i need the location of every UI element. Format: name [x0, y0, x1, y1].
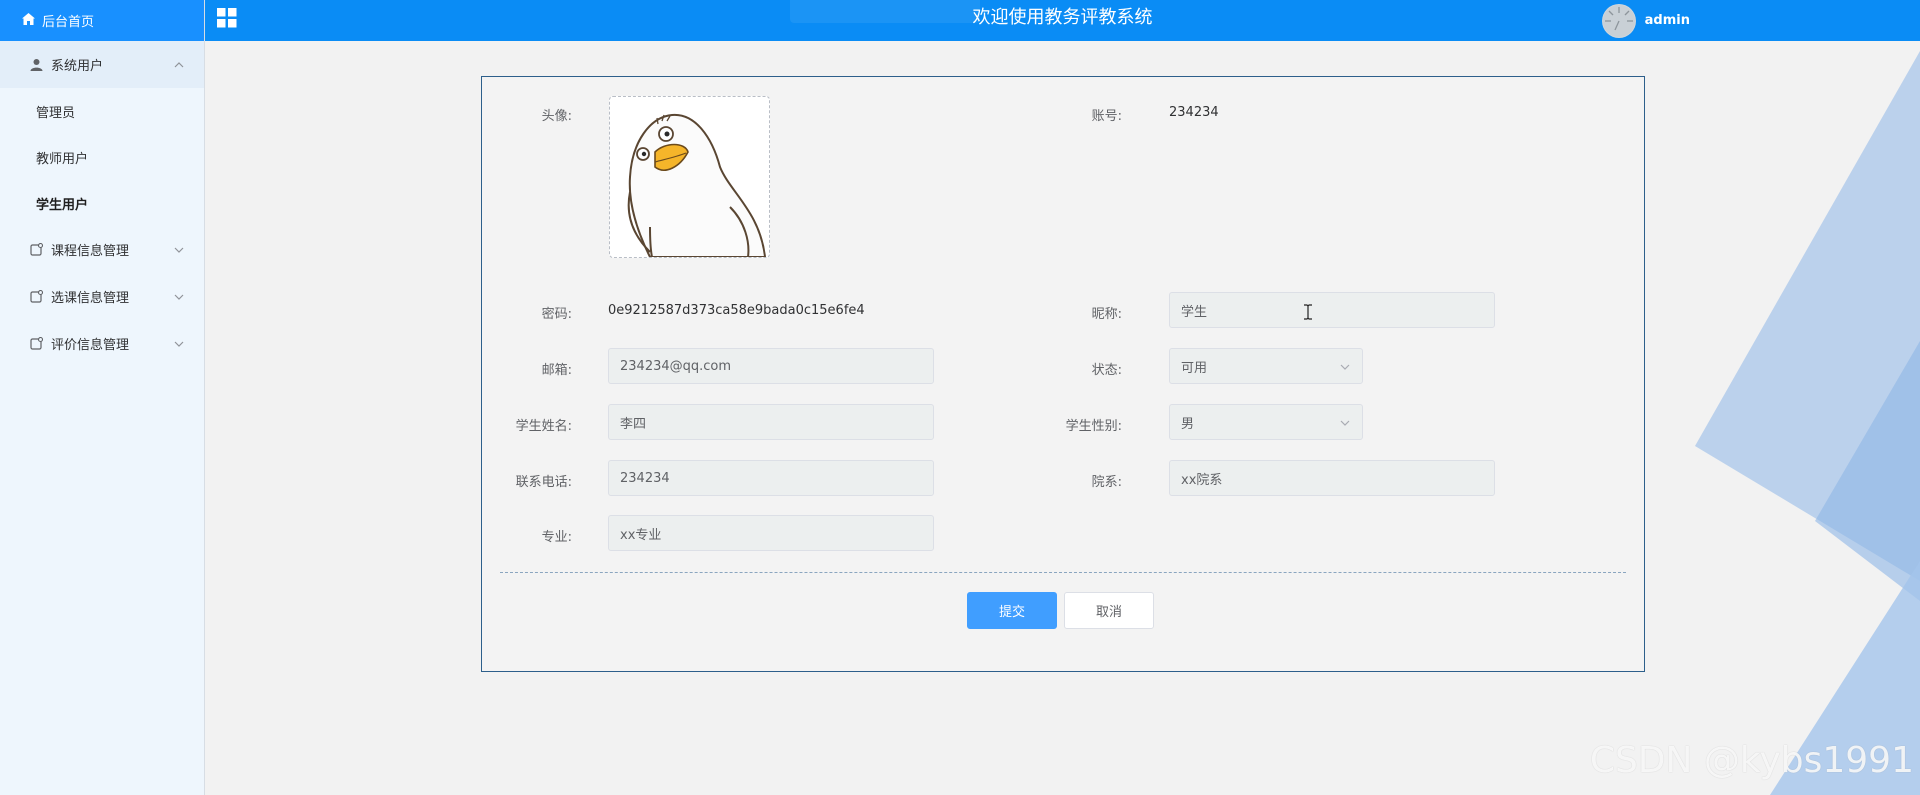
- penguin-avatar-image: [627, 113, 767, 257]
- sidebar-group-course-selection[interactable]: 选课信息管理: [0, 273, 204, 320]
- sidebar-group-system-users[interactable]: 系统用户: [0, 41, 204, 88]
- sidebar-item-teacher-users[interactable]: 教师用户: [0, 134, 204, 180]
- sidebar-home[interactable]: 后台首页: [0, 0, 204, 41]
- avatar-uploader[interactable]: [609, 96, 770, 258]
- email-label: 邮箱:: [541, 363, 572, 378]
- sidebar-item-student-users[interactable]: 学生用户: [0, 180, 204, 226]
- student-edit-form: 头像: 账号: 234234 密码: 0e9212587d373ca58e9ba…: [481, 76, 1645, 672]
- cancel-button[interactable]: 取消: [1064, 592, 1154, 629]
- account-value: 234234: [1169, 105, 1219, 120]
- sidebar-item-admins[interactable]: 管理员: [0, 88, 204, 134]
- password-label: 密码:: [541, 307, 572, 322]
- username[interactable]: admin: [1645, 13, 1690, 28]
- sidebar-group-label: 评价信息管理: [51, 338, 130, 353]
- nickname-input[interactable]: 学生: [1169, 292, 1495, 328]
- top-header: 欢迎使用教务评教系统 admin: [205, 0, 1920, 41]
- sidebar-group-course-info[interactable]: 课程信息管理: [0, 226, 204, 273]
- gender-label: 学生性别:: [1065, 419, 1122, 434]
- sidebar-group-label: 系统用户: [51, 59, 104, 74]
- department-input[interactable]: xx院系: [1169, 460, 1495, 496]
- chevron-up-icon: [174, 60, 184, 70]
- major-input[interactable]: xx专业: [608, 515, 934, 551]
- sidebar-group-evaluation-info[interactable]: 评价信息管理: [0, 320, 204, 367]
- document-icon: [30, 337, 43, 350]
- sidebar: 后台首页 系统用户 管理员 教师用户 学生用户 课程信息管理 选课信息管理 评价…: [0, 0, 205, 795]
- email-input[interactable]: 234234@qq.com: [608, 348, 934, 384]
- major-label: 专业:: [541, 530, 572, 545]
- home-icon: [22, 12, 42, 29]
- student-name-input[interactable]: 李四: [608, 404, 934, 440]
- avatar[interactable]: [1601, 3, 1636, 38]
- background-decoration: [1695, 51, 1920, 795]
- account-label: 账号:: [1091, 109, 1122, 124]
- phone-label: 联系电话:: [515, 475, 572, 490]
- user-menu[interactable]: admin: [1601, 0, 1690, 41]
- sidebar-home-label: 后台首页: [42, 15, 95, 30]
- chevron-down-icon: [1340, 362, 1350, 372]
- chevron-down-icon: [174, 339, 184, 349]
- gender-select-value: 男: [1181, 416, 1195, 432]
- phone-input[interactable]: 234234: [608, 460, 934, 496]
- chevron-down-icon: [174, 245, 184, 255]
- chevron-down-icon: [174, 292, 184, 302]
- student-name-label: 学生姓名:: [515, 419, 572, 434]
- nickname-label: 昵称:: [1091, 307, 1122, 322]
- sidebar-group-label: 课程信息管理: [51, 244, 130, 259]
- document-icon: [30, 243, 43, 256]
- status-label: 状态:: [1091, 363, 1122, 378]
- chevron-down-icon: [1340, 418, 1350, 428]
- submit-button[interactable]: 提交: [967, 592, 1057, 629]
- main-content: 头像: 账号: 234234 密码: 0e9212587d373ca58e9ba…: [206, 41, 1920, 795]
- document-icon: [30, 290, 43, 303]
- department-label: 院系:: [1091, 475, 1122, 490]
- form-divider: [500, 572, 1626, 573]
- status-select-value: 可用: [1181, 360, 1208, 376]
- user-icon: [30, 58, 43, 71]
- text-cursor-icon: [1303, 304, 1313, 324]
- gender-select[interactable]: 男: [1169, 404, 1363, 440]
- sidebar-group-label: 选课信息管理: [51, 291, 130, 306]
- password-value: 0e9212587d373ca58e9bada0c15e6fe4: [608, 303, 865, 318]
- status-select[interactable]: 可用: [1169, 348, 1363, 384]
- watermark: CSDN @kybs1991: [1589, 740, 1914, 781]
- avatar-label: 头像:: [541, 109, 572, 124]
